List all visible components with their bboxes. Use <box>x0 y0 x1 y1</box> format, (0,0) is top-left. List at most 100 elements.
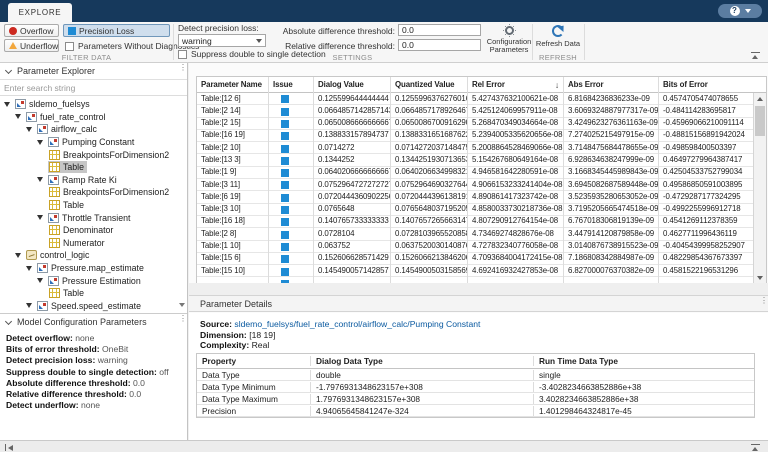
tree-item-sldemo-fuelsys[interactable]: sldemo_fuelsys <box>0 98 187 111</box>
collapse-ribbon-icon[interactable] <box>751 52 760 59</box>
table-row[interactable]: Table:[2 8] 0.0728104 0.07281039655208588 4… <box>197 227 766 241</box>
parameter-explorer-header[interactable]: Parameter Explorer ⋮ <box>0 63 187 80</box>
expander-icon[interactable] <box>26 265 32 271</box>
parameter-tree: sldemo_fuelsys fuel_rate_control airflow_c… <box>0 96 187 313</box>
tree-item-table[interactable]: Table <box>0 161 187 174</box>
collapse-section-icon[interactable] <box>4 317 13 325</box>
tree-item-table[interactable]: Table <box>0 199 187 212</box>
subsystem-icon <box>48 137 59 148</box>
expander-icon[interactable] <box>37 215 43 221</box>
tree-item-throttle-transient[interactable]: Throttle Transient <box>0 211 187 224</box>
expander-icon[interactable] <box>37 177 43 183</box>
kebab-menu-icon[interactable]: ⋮ <box>179 315 187 322</box>
results-table-body: Table:[12 6] 0.125599644444444 0.125599637… <box>197 93 766 284</box>
expander-icon[interactable] <box>37 278 43 284</box>
tree-item-numerator[interactable]: Numerator <box>0 237 187 250</box>
collapse-panel-icon[interactable] <box>751 444 760 451</box>
parameter-details-title: Parameter Details <box>200 298 273 309</box>
dock-left-icon[interactable] <box>5 444 13 451</box>
table-row[interactable]: Table:[2 10] 0.0714272 0.07142720371484756… <box>197 141 766 155</box>
tree-item-breakpointsfordimension2[interactable]: BreakpointsForDimension2 <box>0 148 187 161</box>
column-header-dialog-data-type: Dialog Data Type <box>311 356 534 366</box>
detect-precision-loss-label: Detect precision loss: <box>178 23 259 33</box>
refresh-section-label: REFRESH <box>539 53 577 62</box>
column-header-bits-of-error[interactable]: Bits of Error <box>659 77 753 93</box>
tree-scroll-down-icon[interactable] <box>179 303 185 307</box>
kebab-menu-icon[interactable]: ⋮ <box>760 297 768 304</box>
scroll-up-icon[interactable] <box>757 97 763 101</box>
expander-icon[interactable] <box>26 303 32 309</box>
table-row[interactable]: Table:[16 19] 0.138833157894737 0.13883316… <box>197 129 766 143</box>
table-row[interactable]: Table:[2 14] 0.0664857142857143 0.06648571… <box>197 104 766 118</box>
precision-loss-issue-icon <box>281 193 289 202</box>
tree-item-speed-speed-estimate[interactable]: Speed.speed_estimate <box>0 300 187 313</box>
search-box <box>0 80 187 96</box>
tab-explore[interactable]: EXPLORE <box>8 3 72 22</box>
tree-item-control-logic[interactable]: control_logic <box>0 249 187 262</box>
expander-icon[interactable] <box>15 114 21 120</box>
table-row[interactable]: Table:[16 18] 0.140765733333333 0.14076572… <box>197 215 766 229</box>
overflow-filter-button[interactable]: Overflow <box>4 24 59 37</box>
property-row-data-type-minimum: Data Type Minimum -1.7976931348623157e+30… <box>197 381 754 393</box>
config-item-suppress-double-to-single-detection: Suppress double to single detection: off <box>6 366 169 377</box>
tree-item-pumping-constant[interactable]: Pumping Constant <box>0 136 187 149</box>
ribbon-toolstrip: Overflow Underflow Precision Loss Parame… <box>0 22 768 63</box>
column-header-property: Property <box>197 356 311 366</box>
table-row[interactable]: Table:[2 15] 0.0650086666666667 0.06500867… <box>197 117 766 130</box>
expander-icon[interactable] <box>37 139 43 145</box>
column-header-quantized-value[interactable]: Quantized Value <box>391 76 468 93</box>
kebab-menu-icon[interactable]: ⋮ <box>179 64 187 71</box>
parameter-details-header[interactable]: Parameter Details ⋮ <box>189 295 768 312</box>
tree-item-airflow-calc[interactable]: airflow_calc <box>0 123 187 136</box>
sort-descending-icon: ↓ <box>554 79 559 90</box>
search-input[interactable] <box>0 80 187 95</box>
tree-item-breakpointsfordimension2[interactable]: BreakpointsForDimension2 <box>0 186 187 199</box>
source-link[interactable]: sldemo_fuelsys/fuel_rate_control/airflow… <box>234 319 480 329</box>
precision-loss-filter-button[interactable]: Precision Loss <box>63 24 170 37</box>
absolute-threshold-label: Absolute difference threshold: <box>282 26 395 36</box>
tree-item-pressure-map-estimate[interactable]: Pressure.map_estimate <box>0 262 187 275</box>
detect-precision-loss-dropdown[interactable]: warning <box>178 34 266 47</box>
column-header-run-time-data-type: Run Time Data Type <box>539 356 618 366</box>
property-row-data-type: Data Type double single <box>197 369 754 381</box>
column-header-issue[interactable]: Issue <box>269 76 314 93</box>
tree-item-ramp-rate-ki[interactable]: Ramp Rate Ki <box>0 174 187 187</box>
tree-item-pressure-estimation[interactable]: Pressure Estimation <box>0 274 187 287</box>
property-row-precision: Precision 4.94065645841247e-324 1.40129846… <box>197 405 754 417</box>
table-row[interactable]: Table:[3 11] 0.0752964727272727 0.07529646… <box>197 178 766 192</box>
lookup-icon <box>49 288 60 299</box>
tree-item-denominator[interactable]: Denominator <box>0 224 187 237</box>
tree-item-table[interactable]: Table <box>0 287 187 300</box>
scrollbar-thumb[interactable] <box>755 106 765 136</box>
scroll-down-icon[interactable] <box>757 276 763 280</box>
column-header-abs-error[interactable]: Abs Error <box>564 76 659 93</box>
table-row[interactable]: Table:[1 9] 0.0640206666666667 0.064020663… <box>197 166 766 180</box>
expander-icon[interactable] <box>4 101 10 107</box>
relative-threshold-input[interactable]: 0.0 <box>398 39 481 51</box>
table-row[interactable]: Table:[6 19] 0.0720444360902256 0.07204443… <box>197 190 766 204</box>
results-table-header: Parameter Name Issue Dialog Value Quantized… <box>197 76 766 93</box>
table-row[interactable]: Table:[13 3] 0.1344252 0.13442519307136536… <box>197 153 766 167</box>
table-row[interactable]: Table:[15 6] 0.152606628571429 0.152606621… <box>197 252 766 266</box>
expander-icon[interactable] <box>15 252 21 258</box>
table-row[interactable]: Table:[12 6] 0.125599644444444 0.125599637… <box>197 93 766 106</box>
underflow-filter-button[interactable]: Underflow <box>4 39 59 52</box>
tree-item-fuel-rate-control[interactable]: fuel_rate_control <box>0 111 187 124</box>
status-bar <box>0 440 768 452</box>
source-line: Source: sldemo_fuelsys/fuel_rate_control… <box>200 319 481 329</box>
table-row[interactable]: Table:[15 10] 0.145490057142857 0.14549005… <box>197 264 766 278</box>
model-config-title: Model Configuration Parameters <box>17 317 147 327</box>
table-row[interactable]: Table:[1 10] 0.063752 0.06375200301408768 4… <box>197 240 766 253</box>
column-header-parameter-name[interactable]: Parameter Name <box>197 76 269 93</box>
collapse-section-icon[interactable] <box>4 66 13 74</box>
column-header-dialog-value[interactable]: Dialog Value <box>314 76 391 93</box>
help-button[interactable]: ? <box>718 4 762 18</box>
absolute-threshold-input[interactable]: 0.0 <box>398 24 481 36</box>
table-scrollbar[interactable] <box>753 93 766 284</box>
precision-loss-issue-icon <box>281 107 289 116</box>
column-header-rel-error[interactable]: Rel Error ↓ <box>468 76 564 93</box>
config-item-detect-underflow: Detect underflow: none <box>6 400 101 411</box>
expander-icon[interactable] <box>26 126 32 132</box>
table-row[interactable]: Table:[3 10] 0.0765648 0.07656480371952057… <box>197 203 766 216</box>
model-config-header[interactable]: Model Configuration Parameters ⋮ <box>0 313 187 330</box>
